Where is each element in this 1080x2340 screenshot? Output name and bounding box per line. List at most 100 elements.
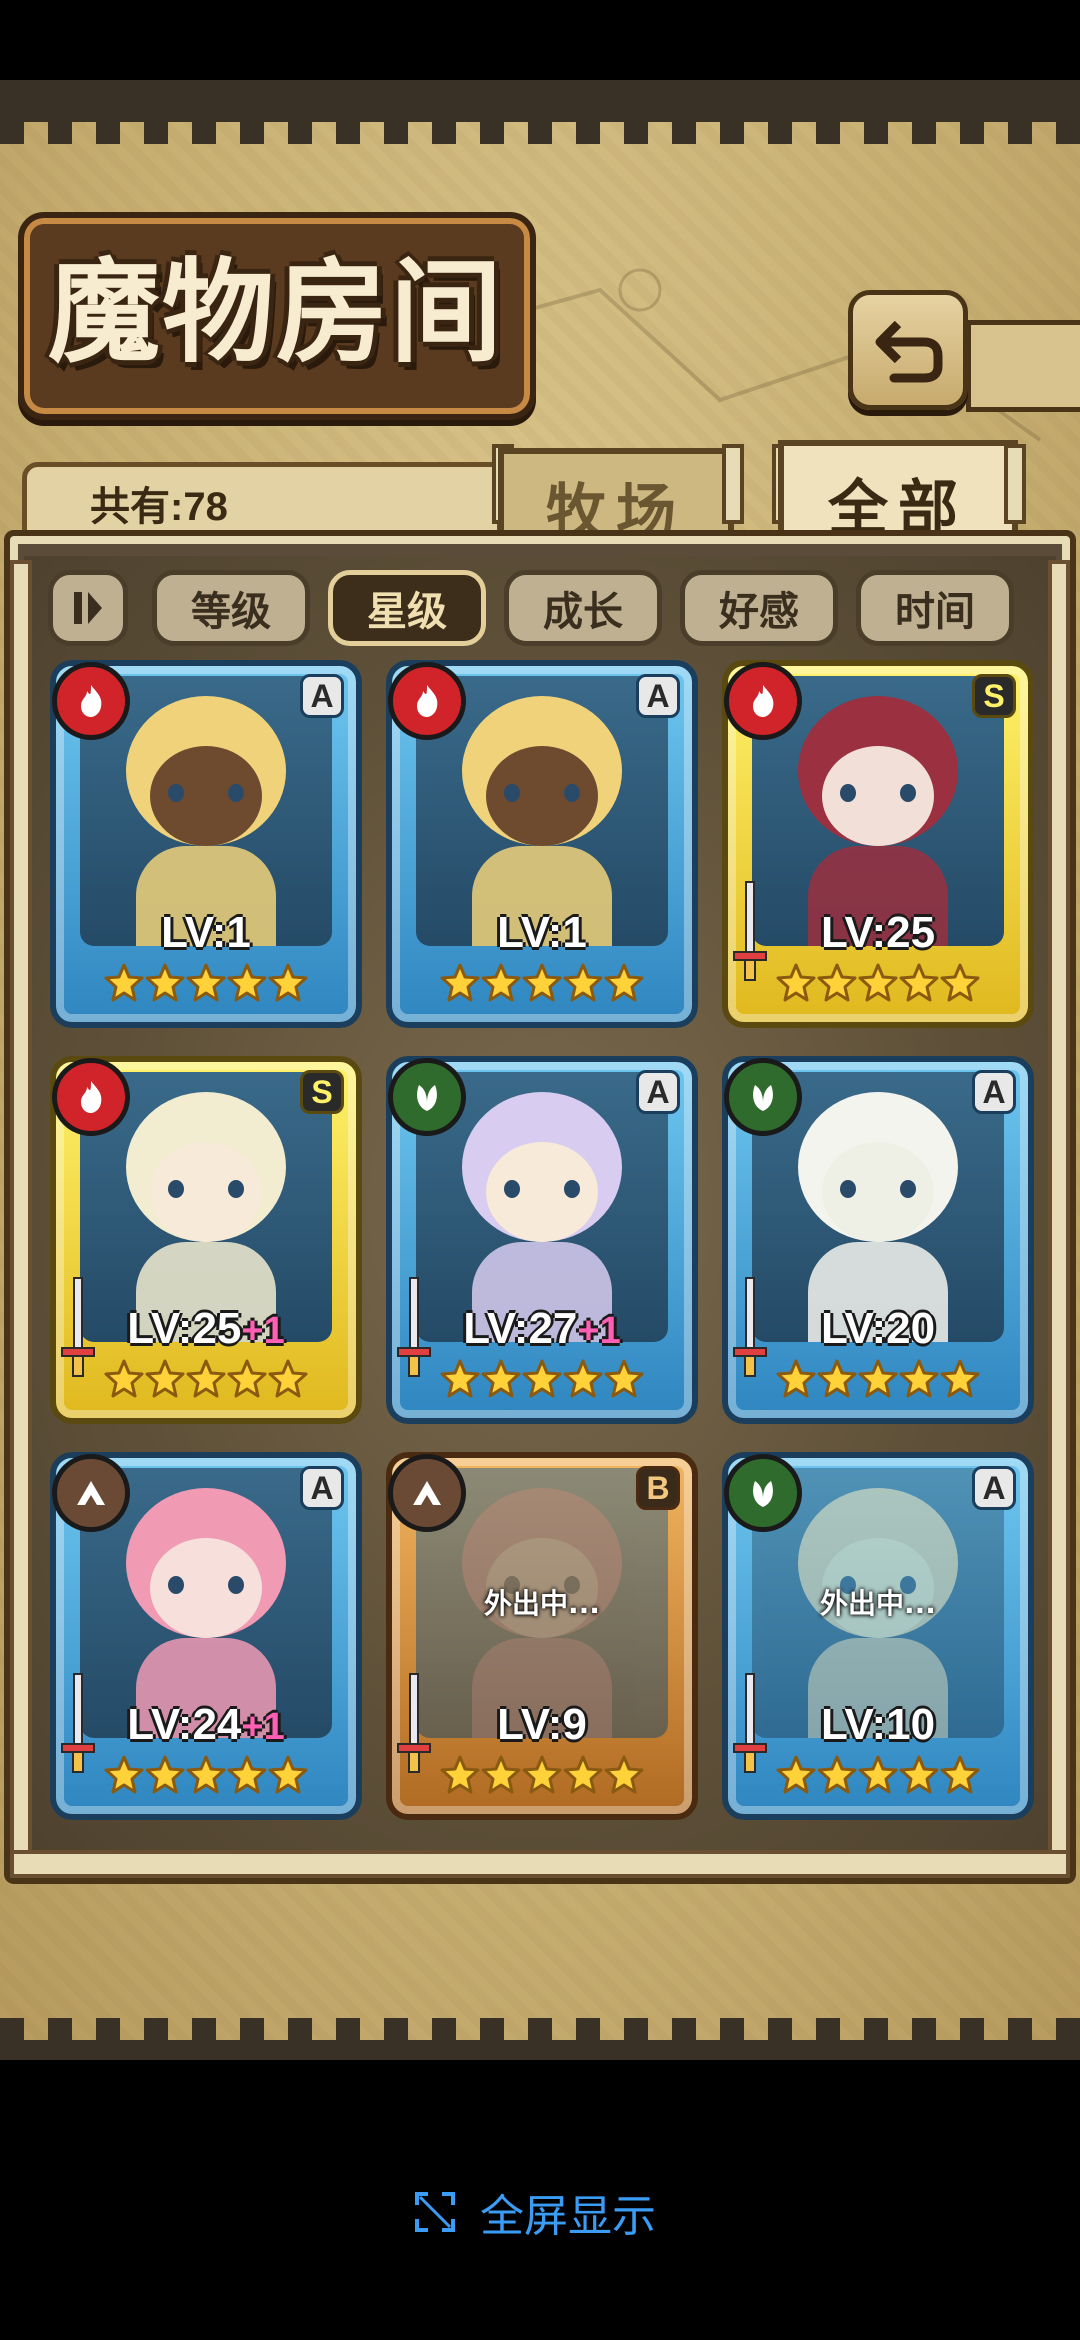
star-icon bbox=[268, 1755, 308, 1794]
element-earth-icon bbox=[52, 1454, 130, 1532]
level-value: LV:1 bbox=[497, 908, 587, 957]
monster-card[interactable]: A LV:1 bbox=[386, 660, 698, 1028]
level-value: LV:25 bbox=[127, 1304, 242, 1353]
status-area bbox=[0, 0, 1080, 80]
rank-badge: A bbox=[300, 1466, 344, 1510]
star-icon bbox=[858, 1359, 898, 1398]
star-icon bbox=[899, 963, 939, 1002]
level-label: LV:1 bbox=[386, 908, 698, 958]
level-value: LV:9 bbox=[497, 1700, 587, 1749]
star-icon bbox=[604, 1359, 644, 1398]
element-fire-icon bbox=[388, 662, 466, 740]
rank-badge: S bbox=[300, 1070, 344, 1114]
tab-post bbox=[1004, 444, 1026, 524]
star-icon bbox=[899, 1359, 939, 1398]
level-plus: +1 bbox=[241, 1310, 285, 1352]
star-icon bbox=[145, 1755, 185, 1794]
star-icon bbox=[186, 1755, 226, 1794]
star-icon bbox=[104, 1755, 144, 1794]
star-icon bbox=[522, 1359, 562, 1398]
star-rating bbox=[104, 956, 308, 1010]
page-title: 魔物房间 bbox=[48, 247, 504, 378]
star-icon bbox=[186, 963, 226, 1002]
monster-card[interactable]: S LV:25+1 bbox=[50, 1056, 362, 1424]
level-plus: +1 bbox=[577, 1310, 621, 1352]
level-label: LV:27+1 bbox=[386, 1304, 698, 1354]
star-icon bbox=[563, 1755, 603, 1794]
top-border-band bbox=[0, 80, 1080, 144]
element-leaf-icon bbox=[724, 1454, 802, 1532]
star-icon bbox=[268, 963, 308, 1002]
star-icon bbox=[440, 963, 480, 1002]
rank-badge: B bbox=[636, 1466, 680, 1510]
star-icon bbox=[817, 1359, 857, 1398]
monster-card[interactable]: A LV:1 bbox=[50, 660, 362, 1028]
monster-card[interactable]: A LV:27+1 bbox=[386, 1056, 698, 1424]
level-label: LV:10 bbox=[722, 1700, 1034, 1750]
sort-affection-button[interactable]: 好感 bbox=[680, 570, 838, 646]
return-arrow-icon bbox=[875, 320, 943, 383]
star-icon bbox=[604, 1755, 644, 1794]
monster-card[interactable]: S LV:25 bbox=[722, 660, 1034, 1028]
element-leaf-icon bbox=[388, 1058, 466, 1136]
sort-level-button[interactable]: 等级 bbox=[152, 570, 310, 646]
star-icon bbox=[899, 1755, 939, 1794]
star-icon bbox=[440, 1359, 480, 1398]
expand-icon bbox=[415, 2192, 455, 2232]
level-label: LV:20 bbox=[722, 1304, 1034, 1354]
rank-badge: A bbox=[636, 1070, 680, 1114]
level-label: LV:1 bbox=[50, 908, 362, 958]
star-rating bbox=[776, 1748, 980, 1802]
rank-badge: S bbox=[972, 674, 1016, 718]
star-icon bbox=[817, 963, 857, 1002]
star-rating bbox=[440, 1748, 644, 1802]
star-icon bbox=[227, 1755, 267, 1794]
star-icon bbox=[268, 1359, 308, 1398]
tab-post bbox=[722, 444, 744, 524]
sort-growth-button[interactable]: 成长 bbox=[504, 570, 662, 646]
element-fire-icon bbox=[724, 662, 802, 740]
star-rating bbox=[104, 1748, 308, 1802]
star-icon bbox=[481, 1755, 521, 1794]
star-icon bbox=[440, 1755, 480, 1794]
star-icon bbox=[817, 1755, 857, 1794]
star-icon bbox=[522, 963, 562, 1002]
monster-count: 共有:78 bbox=[90, 485, 228, 529]
fullscreen-label: 全屏显示 bbox=[480, 2191, 656, 2242]
sort-time-button[interactable]: 时间 bbox=[856, 570, 1014, 646]
rank-badge: A bbox=[636, 674, 680, 718]
back-button-tail bbox=[966, 320, 1080, 412]
star-icon bbox=[563, 963, 603, 1002]
monster-card[interactable]: B 外出中... LV:9 bbox=[386, 1452, 698, 1820]
star-icon bbox=[227, 963, 267, 1002]
star-icon bbox=[604, 963, 644, 1002]
star-icon bbox=[104, 1359, 144, 1398]
star-icon bbox=[227, 1359, 267, 1398]
star-icon bbox=[858, 963, 898, 1002]
star-icon bbox=[940, 1755, 980, 1794]
monster-card[interactable]: A LV:20 bbox=[722, 1056, 1034, 1424]
monster-card[interactable]: A 外出中... LV:10 bbox=[722, 1452, 1034, 1820]
element-fire-icon bbox=[52, 662, 130, 740]
monster-card[interactable]: A LV:24+1 bbox=[50, 1452, 362, 1820]
star-icon bbox=[563, 1359, 603, 1398]
element-fire-icon bbox=[52, 1058, 130, 1136]
level-value: LV:24 bbox=[127, 1700, 242, 1749]
left-rail bbox=[10, 560, 32, 1860]
star-icon bbox=[145, 963, 185, 1002]
fullscreen-button[interactable]: 全屏显示 bbox=[414, 2180, 656, 2244]
star-icon bbox=[481, 1359, 521, 1398]
panel-bottom-rail bbox=[10, 1850, 1070, 1878]
back-button[interactable] bbox=[848, 290, 968, 410]
star-icon bbox=[145, 1359, 185, 1398]
level-value: LV:27 bbox=[463, 1304, 578, 1353]
level-label: LV:24+1 bbox=[50, 1700, 362, 1750]
star-icon bbox=[104, 963, 144, 1002]
sort-order-icon bbox=[74, 592, 102, 624]
bottom-border-band bbox=[0, 2018, 1080, 2060]
star-rating bbox=[104, 1352, 308, 1406]
sort-star-button[interactable]: 星级 bbox=[328, 570, 486, 646]
star-icon bbox=[858, 1755, 898, 1794]
star-icon bbox=[776, 963, 816, 1002]
sort-order-toggle[interactable] bbox=[48, 570, 128, 646]
